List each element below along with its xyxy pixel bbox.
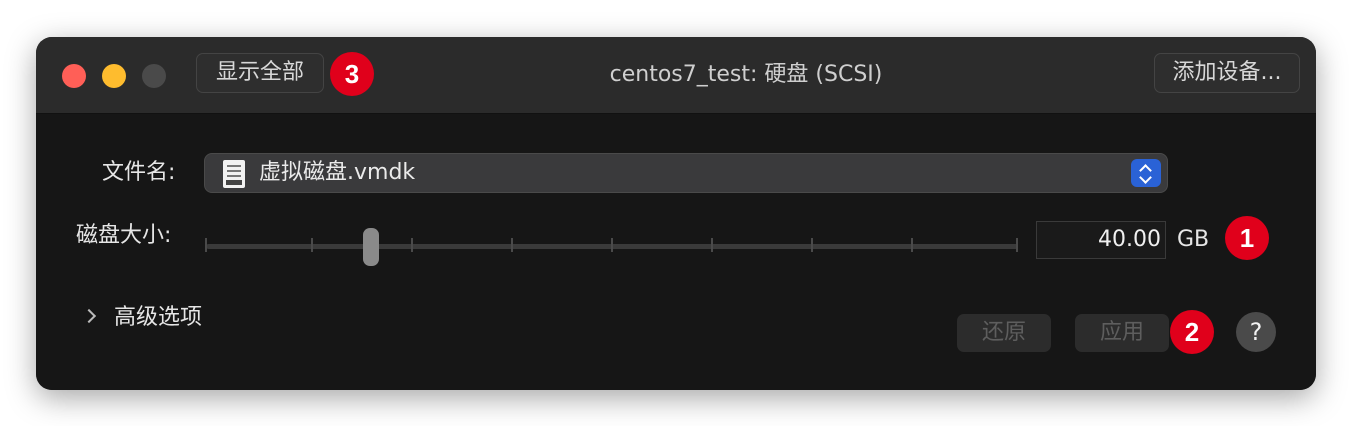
slider-tick (411, 238, 413, 252)
filename-select[interactable]: 虚拟磁盘.vmdk (204, 153, 1168, 193)
slider-tick (511, 238, 513, 252)
annotation-badge-2: 2 (1170, 310, 1214, 354)
filename-label: 文件名: (102, 160, 176, 185)
disk-size-label: 磁盘大小: (76, 223, 172, 248)
slider-tick (311, 238, 313, 252)
disk-size-unit: GB (1177, 227, 1210, 252)
annotation-badge-1: 1 (1225, 216, 1269, 260)
disk-size-input[interactable]: 40.00 (1036, 221, 1166, 259)
filename-value: 虚拟磁盘.vmdk (259, 160, 416, 185)
window-title: centos7_test: 硬盘 (SCSI) (609, 62, 883, 87)
close-window-button[interactable] (62, 64, 86, 88)
settings-window: 显示全部 centos7_test: 硬盘 (SCSI) 添加设备... 文件名… (36, 37, 1316, 390)
slider-tick (611, 238, 613, 252)
title-bar: 显示全部 centos7_test: 硬盘 (SCSI) 添加设备... (36, 37, 1316, 114)
slider-tick (811, 238, 813, 252)
chevron-right-icon[interactable] (81, 308, 97, 324)
annotation-badge-3: 3 (330, 52, 374, 96)
slider-tick (711, 238, 713, 252)
zoom-window-button[interactable] (142, 64, 166, 88)
slider-tick (1016, 238, 1018, 252)
revert-button[interactable]: 还原 (957, 314, 1051, 352)
advanced-options-toggle[interactable]: 高级选项 (114, 303, 202, 333)
add-device-button[interactable]: 添加设备... (1154, 53, 1300, 93)
minimize-window-button[interactable] (102, 64, 126, 88)
show-all-button[interactable]: 显示全部 (196, 53, 324, 93)
slider-tick (911, 238, 913, 252)
help-button[interactable]: ? (1236, 312, 1276, 352)
slider-tick (205, 238, 207, 252)
select-stepper-icon[interactable] (1131, 159, 1161, 187)
disk-size-slider-knob[interactable] (363, 228, 379, 266)
disk-settings-panel: 文件名: 虚拟磁盘.vmdk 磁盘大小: 40.00 GB 高级选项 还原 应用… (36, 114, 1316, 390)
apply-button[interactable]: 应用 (1075, 314, 1169, 352)
vmdk-file-icon (223, 160, 245, 188)
